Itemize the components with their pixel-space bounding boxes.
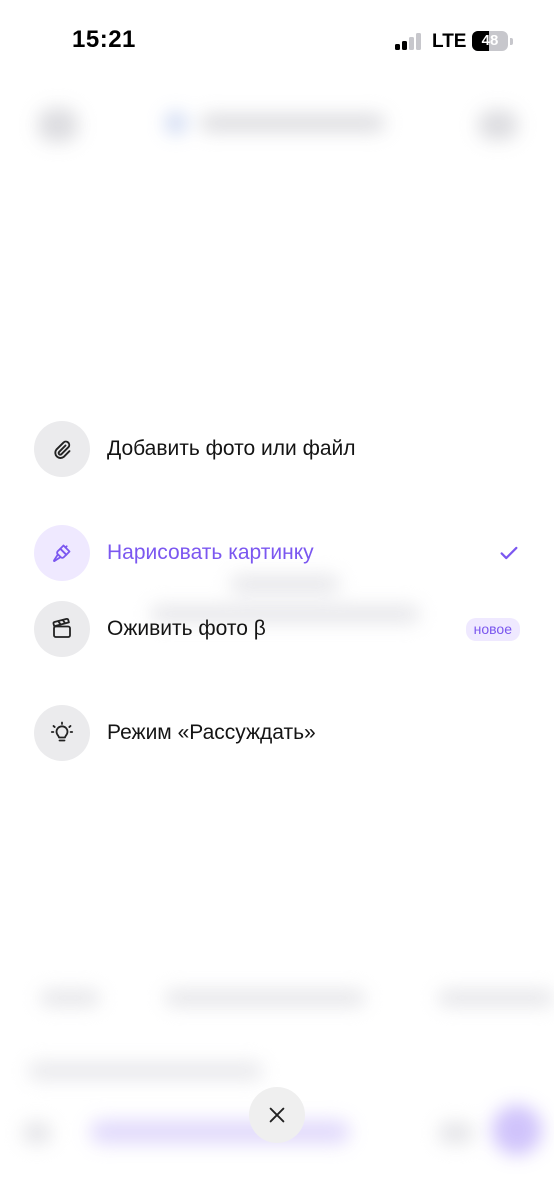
bg-chip [165,990,365,1006]
bg-mic [438,1122,474,1144]
bg-chip [40,990,100,1006]
menu-item-label: Оживить фото β [107,617,266,640]
bg-input-text [28,1062,263,1080]
menu-item-reasoning-mode[interactable]: Режим «Рассуждать» [34,704,520,762]
close-button[interactable] [249,1087,305,1143]
menu-item-label: Добавить фото или файл [107,437,356,460]
bg-chip [438,990,554,1006]
bg-send-button [492,1105,542,1155]
bg-title [200,114,385,132]
status-time: 15:21 [72,26,136,53]
menu-item-label: Нарисовать картинку [107,541,314,564]
menu-item-draw-picture[interactable]: Нарисовать картинку [34,524,520,582]
paintbrush-icon [34,525,90,581]
close-icon [269,1107,285,1123]
bg-attach [22,1122,52,1144]
menu-item-add-photo-or-file[interactable]: Добавить фото или файл [34,420,520,478]
checkmark-icon [500,546,518,560]
menu-item-label: Режим «Рассуждать» [107,721,316,744]
cellular-signal-icon [395,32,423,50]
bg-action-button [478,110,518,140]
battery-level: 48 [481,32,499,49]
bg-logo [165,112,187,134]
menu-item-animate-photo[interactable]: Оживить фото β новое [34,600,520,658]
clapperboard-icon [34,601,90,657]
network-type: LTE [432,31,467,52]
lightbulb-icon [34,705,90,761]
bg-suggestion [90,1120,350,1144]
screen: 15:21 LTE 48 Добавить фото или файл Нари… [0,0,554,1200]
battery-cap [510,38,513,45]
paperclip-icon [34,421,90,477]
new-badge: новое [465,617,520,641]
battery-icon: 48 [472,31,508,51]
status-bar: 15:21 LTE 48 [0,0,554,84]
bg-menu-button [38,108,78,142]
